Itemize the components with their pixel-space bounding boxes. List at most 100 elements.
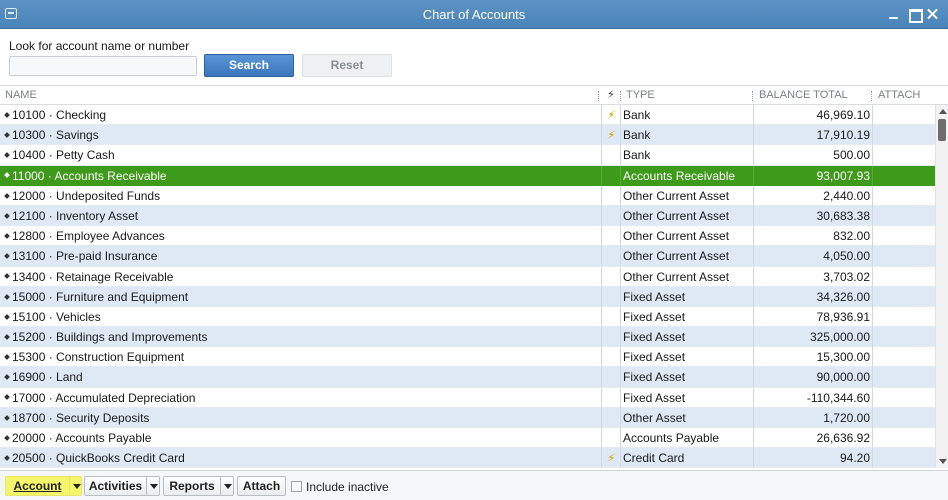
account-type-cell: Fixed Asset — [621, 347, 754, 368]
account-type-cell: Accounts Receivable — [621, 165, 754, 186]
table-row[interactable]: 12800 · Employee Advances Other Current A… — [0, 226, 935, 247]
table-row[interactable]: 15000 · Furniture and Equipment Fixed Ass… — [0, 286, 935, 307]
account-name-cell: 11000 · Accounts Receivable — [2, 166, 601, 186]
attach-cell[interactable] — [873, 408, 935, 428]
scroll-up-icon[interactable] — [939, 109, 947, 114]
column-separator[interactable] — [871, 91, 872, 101]
lightning-icon[interactable]: ⚡ — [605, 105, 618, 125]
account-name-cell: 15000 · Furniture and Equipment — [2, 287, 601, 307]
diamond-bullet-icon — [4, 414, 10, 421]
attach-cell[interactable] — [873, 307, 935, 327]
attach-cell[interactable] — [873, 105, 935, 125]
balance-total-cell: 1,720.00 — [754, 407, 873, 428]
account-type-cell: Fixed Asset — [621, 367, 754, 388]
column-separator[interactable] — [752, 91, 753, 101]
account-type-cell: Other Current Asset — [621, 246, 754, 267]
attach-cell[interactable] — [873, 166, 935, 186]
attach-cell[interactable] — [873, 287, 935, 307]
lightning-icon[interactable]: ⚡ — [605, 448, 618, 468]
account-name-cell: 13100 · Pre-paid Insurance — [2, 246, 601, 266]
table-row[interactable]: 10400 · Petty Cash Bank 500.00 — [0, 145, 935, 166]
caret-down-icon[interactable] — [146, 477, 160, 495]
account-menu-button[interactable]: Account — [5, 476, 82, 496]
attach-cell[interactable] — [873, 367, 935, 387]
caret-down-icon[interactable] — [69, 477, 83, 495]
reports-menu-label: Reports — [169, 479, 215, 493]
online-status-cell — [601, 145, 621, 166]
account-name: 20000 · Accounts Payable — [12, 431, 152, 445]
column-header-name[interactable]: NAME — [0, 86, 600, 105]
reset-button[interactable]: Reset — [302, 54, 392, 77]
column-separator[interactable] — [598, 91, 599, 101]
table-row[interactable]: 15100 · Vehicles Fixed Asset 78,936.91 — [0, 306, 935, 328]
attach-cell[interactable] — [873, 388, 935, 408]
attach-cell[interactable] — [873, 448, 935, 468]
scroll-thumb[interactable] — [938, 119, 946, 141]
account-name-cell: 20500 · QuickBooks Credit Card — [2, 448, 601, 468]
table-row[interactable]: 20000 · Accounts Payable Accounts Payable… — [0, 428, 935, 449]
table-row[interactable]: 18700 · Security Deposits Other Asset 1,72… — [0, 407, 935, 428]
close-icon[interactable] — [925, 6, 941, 22]
table-row[interactable]: 20500 · QuickBooks Credit Card ⚡ Credit Ca… — [0, 448, 935, 468]
attach-cell[interactable] — [873, 428, 935, 448]
vertical-scrollbar[interactable] — [935, 105, 948, 468]
lightning-icon[interactable]: ⚡ — [605, 125, 618, 145]
search-input[interactable] — [9, 56, 197, 76]
table-row[interactable]: 16900 · Land Fixed Asset 90,000.00 — [0, 367, 935, 388]
include-inactive-label[interactable]: Include inactive — [306, 480, 389, 494]
account-name: 15100 · Vehicles — [12, 309, 101, 324]
diamond-bullet-icon — [4, 152, 10, 159]
diamond-bullet-icon — [4, 111, 10, 118]
accounts-table: NAME ⚡ TYPE BALANCE TOTAL ATTACH 10100 ·… — [0, 85, 948, 468]
window-title: Chart of Accounts — [422, 7, 526, 22]
search-panel: Look for account name or number Search R… — [0, 29, 948, 85]
table-row[interactable]: 12100 · Inventory Asset Other Current Ass… — [0, 205, 935, 227]
attach-cell[interactable] — [873, 246, 935, 266]
balance-total-cell: 90,000.00 — [754, 367, 873, 388]
search-button[interactable]: Search — [204, 54, 294, 77]
activities-menu-button[interactable]: Activities — [84, 476, 160, 496]
column-header-type[interactable]: TYPE — [621, 86, 754, 105]
include-inactive-checkbox[interactable] — [291, 481, 302, 492]
diamond-bullet-icon — [4, 273, 10, 280]
diamond-bullet-icon — [4, 455, 10, 461]
table-row[interactable]: 10300 · Savings ⚡ Bank 17,910.19 — [0, 125, 935, 146]
table-body: 10100 · Checking ⚡ Bank 46,969.10 10300 · Sa… — [0, 105, 935, 468]
reports-menu-button[interactable]: Reports — [163, 476, 234, 496]
attach-cell[interactable] — [873, 226, 935, 246]
attach-cell[interactable] — [873, 206, 935, 226]
table-row[interactable]: 13400 · Retainage Receivable Other Curren… — [0, 266, 935, 287]
account-name: 16900 · Land — [12, 370, 83, 385]
diamond-bullet-icon — [4, 394, 10, 401]
account-name: 15300 · Construction Equipment — [12, 350, 185, 365]
table-row[interactable]: 15300 · Construction Equipment Fixed Asse… — [0, 347, 935, 368]
caret-down-icon[interactable] — [220, 477, 234, 495]
attach-cell[interactable] — [873, 125, 935, 145]
attach-cell[interactable] — [873, 186, 935, 206]
account-name: 13400 · Retainage Receivable — [12, 269, 174, 284]
column-header-online-icon[interactable]: ⚡ — [601, 86, 621, 105]
maximize-icon[interactable] — [906, 6, 923, 23]
attach-cell[interactable] — [873, 347, 935, 367]
table-row[interactable]: 12000 · Undeposited Funds Other Current A… — [0, 185, 935, 206]
account-type-cell: Fixed Asset — [621, 286, 754, 307]
table-row[interactable]: 13100 · Pre-paid Insurance Other Current … — [0, 246, 935, 267]
scroll-down-icon[interactable] — [939, 459, 947, 464]
online-status-cell — [601, 246, 621, 267]
attach-cell[interactable] — [873, 267, 935, 287]
account-name: 20500 · QuickBooks Credit Card — [12, 451, 185, 466]
column-header-balance[interactable]: BALANCE TOTAL — [754, 86, 873, 105]
attach-button[interactable]: Attach — [237, 476, 286, 496]
attach-cell[interactable] — [873, 145, 935, 165]
account-type-cell: Fixed Asset — [621, 327, 754, 348]
online-status-cell: ⚡ — [601, 448, 621, 468]
column-header-attach[interactable]: ATTACH — [873, 86, 935, 105]
attach-cell[interactable] — [873, 327, 935, 347]
table-row[interactable]: 15200 · Buildings and Improvements Fixed … — [0, 327, 935, 348]
balance-total-cell: 26,636.92 — [754, 428, 873, 448]
minimize-icon[interactable] — [886, 6, 902, 22]
table-row[interactable]: 10100 · Checking ⚡ Bank 46,969.10 — [0, 105, 935, 126]
table-row[interactable]: 11000 · Accounts Receivable Accounts Rece… — [0, 165, 935, 186]
activities-menu-label: Activities — [88, 479, 143, 493]
table-row[interactable]: 17000 · Accumulated Depreciation Fixed As… — [0, 387, 935, 408]
